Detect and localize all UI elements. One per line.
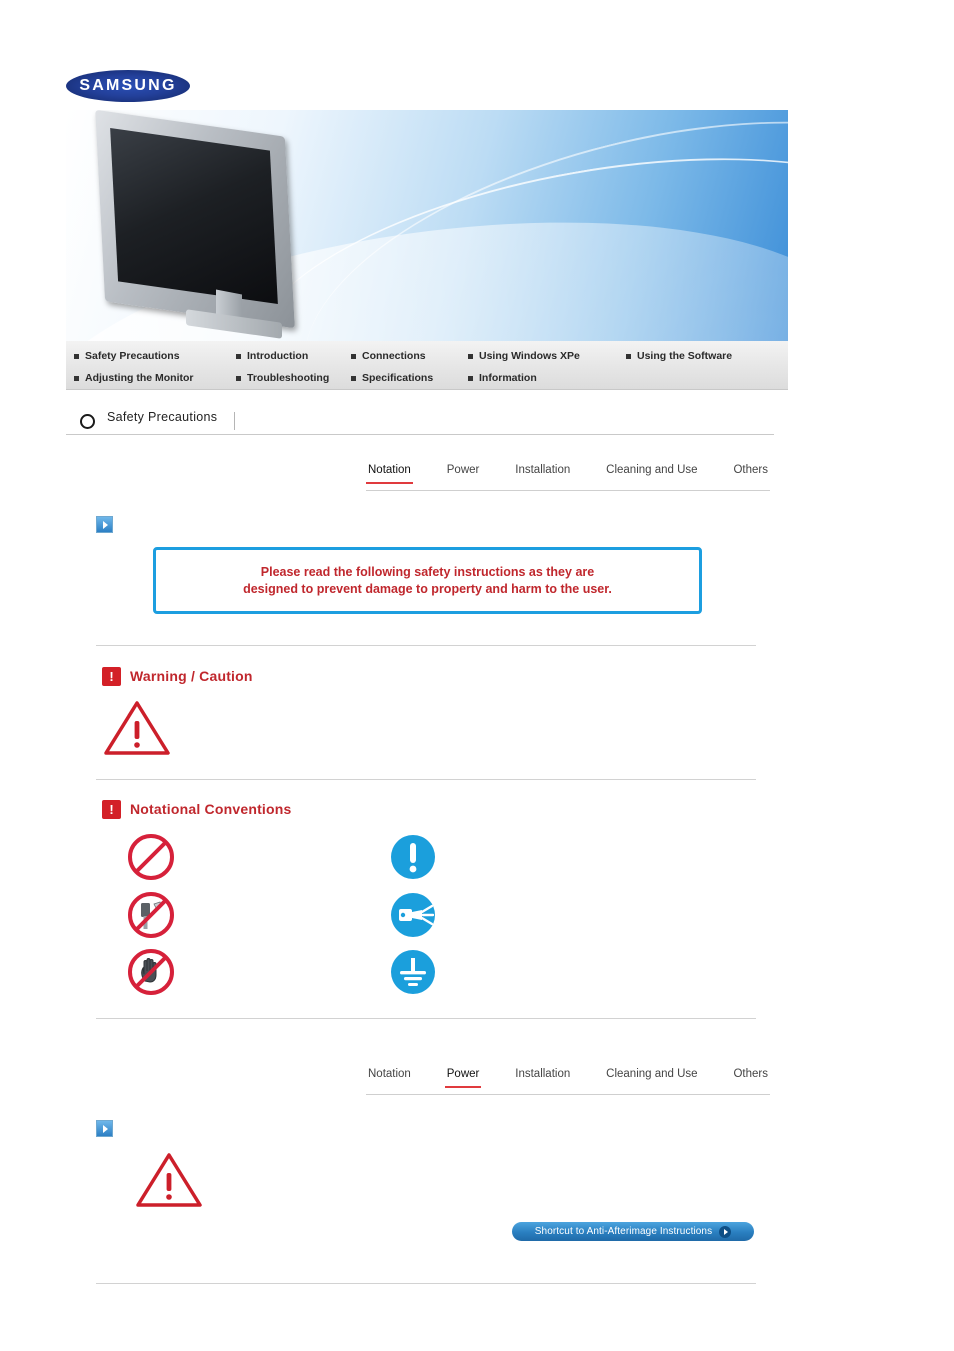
page-title: Safety Precautions bbox=[107, 410, 218, 424]
ground-icon bbox=[388, 947, 438, 997]
exclamation-icon: ! bbox=[102, 799, 121, 819]
tab-installation[interactable]: Installation bbox=[513, 464, 572, 482]
divider-rule bbox=[96, 645, 756, 646]
nav-item-label: Using Windows XPe bbox=[479, 350, 580, 362]
square-bullet-icon bbox=[626, 353, 631, 359]
divider-rule bbox=[96, 1018, 756, 1019]
hero-banner bbox=[66, 110, 788, 341]
nav-item-label: Using the Software bbox=[637, 350, 733, 362]
square-bullet-icon bbox=[351, 353, 356, 359]
tab-notation[interactable]: Notation bbox=[366, 1068, 413, 1086]
warning-caution-label: Warning / Caution bbox=[130, 668, 253, 684]
tabs-bottom: Notation Power Installation Cleaning and… bbox=[366, 1068, 770, 1095]
must-follow-icon bbox=[388, 832, 438, 882]
tab-power[interactable]: Power bbox=[445, 464, 482, 482]
prohibited-icon bbox=[126, 832, 176, 882]
samsung-logo-text: SAMSUNG bbox=[79, 77, 177, 94]
nav-item-label: Information bbox=[479, 372, 537, 384]
arrow-right-icon bbox=[719, 1225, 732, 1238]
nav-item-label: Introduction bbox=[247, 350, 309, 362]
samsung-logo: SAMSUNG bbox=[66, 70, 190, 102]
main-navigation: Safety Precautions Introduction Connecti… bbox=[66, 341, 788, 390]
square-bullet-icon bbox=[351, 375, 356, 381]
document-page: SAMSUNG Safety Precautions Introduction bbox=[0, 0, 954, 1351]
nav-item-troubleshooting[interactable]: Troubleshooting bbox=[236, 367, 351, 389]
square-bullet-icon bbox=[74, 375, 79, 381]
warning-triangle-icon bbox=[135, 1152, 203, 1208]
monitor-illustration bbox=[95, 110, 330, 339]
square-bullet-icon bbox=[236, 353, 241, 359]
warning-caution-heading: ! Warning / Caution bbox=[102, 665, 253, 687]
square-bullet-icon bbox=[74, 353, 79, 359]
tab-cleaning-and-use[interactable]: Cleaning and Use bbox=[604, 1068, 699, 1086]
monitor-screen bbox=[110, 127, 278, 305]
shortcut-anti-afterimage-button[interactable]: Shortcut to Anti-Afterimage Instructions bbox=[512, 1222, 754, 1241]
blue-arrow-icon bbox=[96, 516, 113, 533]
nav-row-2: Adjusting the Monitor Troubleshooting Sp… bbox=[74, 367, 788, 389]
nav-item-label: Troubleshooting bbox=[247, 372, 330, 384]
do-not-touch-icon bbox=[126, 947, 176, 997]
title-separator bbox=[234, 412, 235, 430]
unplug-icon bbox=[388, 890, 438, 940]
tabs-top: Notation Power Installation Cleaning and… bbox=[366, 464, 770, 491]
nav-item-introduction[interactable]: Introduction bbox=[236, 345, 351, 367]
nav-item-label: Specifications bbox=[362, 372, 434, 384]
notational-conventions-heading: ! Notational Conventions bbox=[102, 798, 292, 820]
tab-notation[interactable]: Notation bbox=[366, 464, 413, 484]
divider-rule bbox=[96, 779, 756, 780]
title-underline bbox=[66, 434, 774, 435]
nav-item-safety-precautions[interactable]: Safety Precautions bbox=[74, 345, 236, 367]
safety-notice-box: Please read the following safety instruc… bbox=[153, 547, 702, 614]
nav-item-adjusting-the-monitor[interactable]: Adjusting the Monitor bbox=[74, 367, 236, 389]
banner-swoosh-3 bbox=[269, 110, 788, 341]
nav-item-connections[interactable]: Connections bbox=[351, 345, 468, 367]
nav-item-using-windows-xpe[interactable]: Using Windows XPe bbox=[468, 345, 626, 367]
notice-line-1: Please read the following safety instruc… bbox=[260, 564, 595, 579]
nav-item-label: Adjusting the Monitor bbox=[85, 372, 194, 384]
exclamation-icon: ! bbox=[102, 666, 121, 686]
square-bullet-icon bbox=[236, 375, 241, 381]
tab-others[interactable]: Others bbox=[731, 464, 770, 482]
tab-power[interactable]: Power bbox=[444, 1068, 482, 1088]
nav-item-label: Safety Precautions bbox=[85, 350, 180, 362]
notice-line-2: designed to prevent damage to property a… bbox=[243, 581, 612, 596]
square-bullet-icon bbox=[468, 353, 473, 359]
nav-item-label: Connections bbox=[362, 350, 426, 362]
nav-item-information[interactable]: Information bbox=[468, 367, 626, 389]
shortcut-label: Shortcut to Anti-Afterimage Instructions bbox=[534, 1226, 713, 1237]
tab-installation[interactable]: Installation bbox=[513, 1068, 572, 1086]
warning-triangle-icon bbox=[103, 700, 171, 756]
nav-item-specifications[interactable]: Specifications bbox=[351, 367, 468, 389]
blue-arrow-icon bbox=[96, 1120, 113, 1137]
tab-cleaning-and-use[interactable]: Cleaning and Use bbox=[604, 464, 699, 482]
no-disassembly-icon bbox=[126, 890, 176, 940]
nav-item-using-the-software[interactable]: Using the Software bbox=[626, 345, 732, 367]
tab-others[interactable]: Others bbox=[731, 1068, 770, 1086]
square-bullet-icon bbox=[468, 375, 473, 381]
page-title-block: Safety Precautions bbox=[66, 407, 788, 437]
nav-row-1: Safety Precautions Introduction Connecti… bbox=[74, 345, 788, 367]
divider-rule bbox=[96, 1283, 756, 1284]
notational-conventions-label: Notational Conventions bbox=[130, 801, 292, 817]
circle-bullet-icon bbox=[80, 414, 95, 429]
